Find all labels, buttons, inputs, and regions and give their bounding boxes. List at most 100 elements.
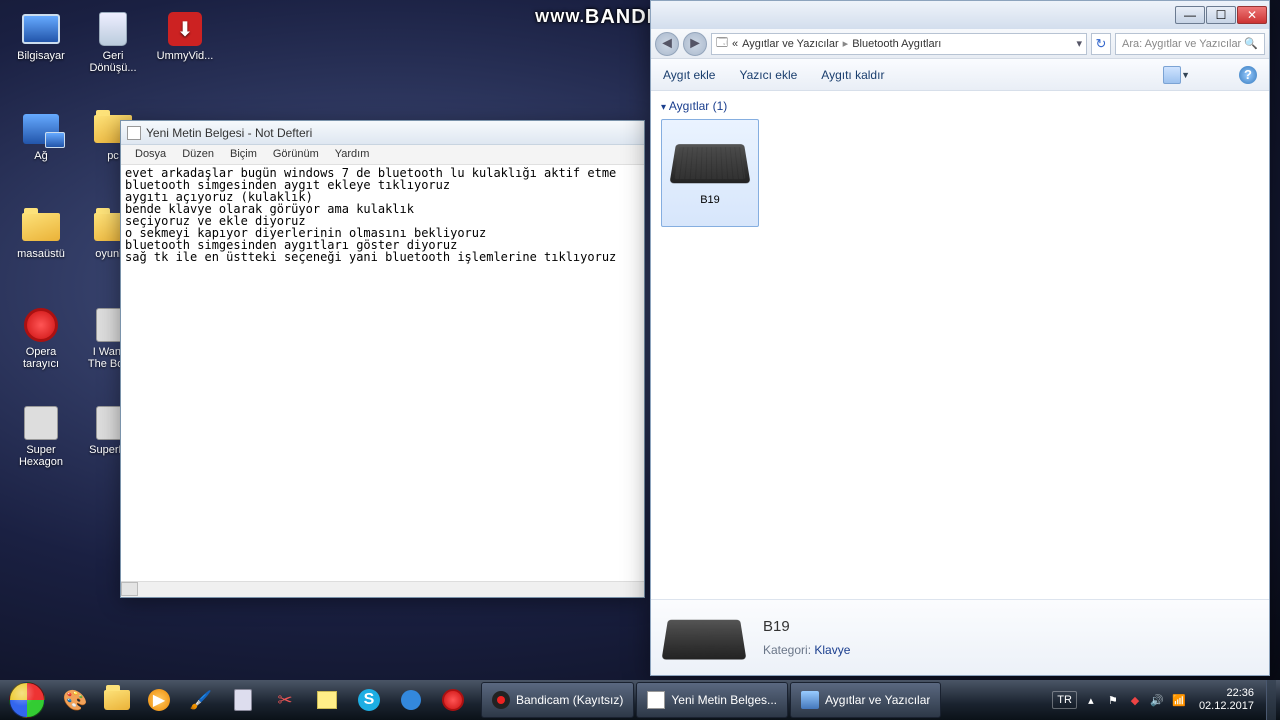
remove-device-button[interactable]: Aygıtı kaldır	[821, 68, 884, 82]
net-icon	[19, 110, 63, 148]
menu-item[interactable]: Yardım	[327, 145, 378, 164]
desktop-icon[interactable]: ⬇UmmyVid...	[154, 10, 216, 62]
game-icon	[19, 404, 63, 442]
notepad-textarea[interactable]: evet arkadaşlar bugün windows 7 de bluet…	[121, 165, 644, 581]
taskbar-app-explorer[interactable]: Aygıtlar ve Yazıcılar	[790, 682, 941, 718]
show-desktop-button[interactable]	[1266, 680, 1276, 720]
add-device-button[interactable]: Aygıt ekle	[663, 68, 715, 82]
explorer-navbar: ◄ ► 🗔 « Aygıtlar ve Yazıcılar ▸ Bluetoot…	[651, 29, 1269, 59]
pinned-app[interactable]: 🎨	[54, 682, 96, 718]
document-icon	[647, 691, 665, 709]
folder-icon	[19, 208, 63, 246]
explorer-toolbar: Aygıt ekle Yazıcı ekle Aygıtı kaldır ▼ ?	[651, 59, 1269, 91]
pinned-skype[interactable]: S	[348, 682, 390, 718]
note-icon	[317, 691, 337, 709]
desktop-icon[interactable]: masaüstü	[10, 208, 72, 260]
notepad-title: Yeni Metin Belgesi - Not Defteri	[146, 126, 312, 140]
scissors-icon: ✂	[277, 690, 292, 711]
desktop-icon[interactable]: Bilgisayar	[10, 10, 72, 62]
opera-icon	[442, 689, 464, 711]
clock[interactable]: 22:36 02.12.2017	[1193, 687, 1260, 713]
pinned-notes[interactable]	[306, 682, 348, 718]
desktop-icon[interactable]: Opera tarayıcı	[10, 306, 72, 370]
pinned-app2[interactable]	[390, 682, 432, 718]
refresh-button[interactable]: ↻	[1091, 33, 1111, 55]
flag-icon[interactable]: ⚑	[1105, 692, 1121, 708]
notepad-window[interactable]: Yeni Metin Belgesi - Not Defteri DosyaDü…	[120, 120, 645, 598]
breadcrumb-item[interactable]: Bluetooth Aygıtları	[852, 38, 941, 50]
pinned-media[interactable]: ▶	[138, 682, 180, 718]
devices-icon	[801, 691, 819, 709]
pinned-opera[interactable]	[432, 682, 474, 718]
menu-item[interactable]: Düzen	[174, 145, 222, 164]
notepad-titlebar[interactable]: Yeni Metin Belgesi - Not Defteri	[121, 121, 644, 145]
pinned-paint[interactable]: 🖌️	[180, 682, 222, 718]
desktop-icon[interactable]: Super Hexagon	[10, 404, 72, 468]
devices-group-header[interactable]: Aygıtlar (1)	[661, 99, 1259, 113]
network-icon[interactable]: 📶	[1171, 692, 1187, 708]
icon-label: Bilgisayar	[10, 50, 72, 62]
breadcrumb-item[interactable]: Aygıtlar ve Yazıcılar	[742, 38, 839, 50]
device-item[interactable]: B19	[661, 119, 759, 227]
explorer-window[interactable]: — ☐ ✕ ◄ ► 🗔 « Aygıtlar ve Yazıcılar ▸ Bl…	[650, 0, 1270, 676]
calculator-icon	[234, 689, 252, 711]
computer-icon	[19, 10, 63, 48]
details-pane: B19 Kategori: Klavye	[651, 599, 1269, 675]
taskbar-app-bandicam[interactable]: Bandicam (Kayıtsız)	[481, 682, 634, 718]
start-button[interactable]	[0, 680, 54, 720]
keyboard-icon	[662, 619, 747, 659]
opera-icon	[19, 306, 63, 344]
details-name: B19	[763, 618, 850, 635]
document-icon	[127, 126, 141, 140]
add-printer-button[interactable]: Yazıcı ekle	[739, 68, 797, 82]
taskbar: 🎨 ▶ 🖌️ ✂ S Bandicam (Kayıtsız) Yeni Meti…	[0, 680, 1280, 720]
record-icon	[492, 691, 510, 709]
icon-label: Geri Dönüşü...	[82, 50, 144, 74]
notepad-hscrollbar[interactable]	[121, 581, 644, 597]
menu-item[interactable]: Biçim	[222, 145, 265, 164]
folder-icon	[104, 690, 130, 710]
keyboard-icon	[670, 144, 751, 183]
skype-icon: S	[358, 689, 380, 711]
view-options-button[interactable]: ▼	[1163, 66, 1181, 84]
help-button[interactable]: ?	[1239, 66, 1257, 84]
desktop-icon[interactable]: Geri Dönüşü...	[82, 10, 144, 74]
icon-label: Opera tarayıcı	[10, 346, 72, 370]
back-button[interactable]: ◄	[655, 32, 679, 56]
menu-item[interactable]: Dosya	[127, 145, 174, 164]
pinned-calc[interactable]	[222, 682, 264, 718]
show-hidden-icon[interactable]: ▴	[1083, 692, 1099, 708]
menu-item[interactable]: Görünüm	[265, 145, 327, 164]
device-label: B19	[666, 194, 754, 206]
breadcrumb[interactable]: 🗔 « Aygıtlar ve Yazıcılar ▸ Bluetooth Ay…	[711, 33, 1087, 55]
language-indicator[interactable]: TR	[1052, 691, 1077, 709]
details-category-value: Klavye	[814, 643, 850, 657]
close-button[interactable]: ✕	[1237, 6, 1267, 24]
icon-label: Super Hexagon	[10, 444, 72, 468]
desktop-icon[interactable]: Ağ	[10, 110, 72, 162]
paint-icon: 🖌️	[190, 690, 212, 711]
pinned-snip[interactable]: ✂	[264, 682, 306, 718]
explorer-titlebar[interactable]: — ☐ ✕	[651, 1, 1269, 29]
play-icon: ▶	[148, 689, 170, 711]
palette-icon: 🎨	[63, 688, 88, 713]
forward-button[interactable]: ►	[683, 32, 707, 56]
pinned-explorer[interactable]	[96, 682, 138, 718]
maximize-button[interactable]: ☐	[1206, 6, 1236, 24]
bin-icon	[91, 10, 135, 48]
icon-label: Ağ	[10, 150, 72, 162]
folder-icon: 🗔	[716, 34, 728, 53]
search-icon: 🔍	[1244, 37, 1258, 50]
windows-orb-icon	[9, 682, 45, 718]
system-tray: TR ▴ ⚑ ◆ 🔊 📶 22:36 02.12.2017	[1048, 680, 1280, 720]
search-input[interactable]: Ara: Aygıtlar ve Yazıcılar 🔍	[1115, 33, 1265, 55]
volume-icon[interactable]: 🔊	[1149, 692, 1165, 708]
taskbar-app-notepad[interactable]: Yeni Metin Belges...	[636, 682, 788, 718]
app-red-icon: ⬇	[163, 10, 207, 48]
explorer-content[interactable]: Aygıtlar (1) B19	[651, 91, 1269, 599]
tray-icon[interactable]: ◆	[1127, 692, 1143, 708]
notepad-menubar: DosyaDüzenBiçimGörünümYardım	[121, 145, 644, 165]
minimize-button[interactable]: —	[1175, 6, 1205, 24]
app-icon	[401, 690, 421, 710]
icon-label: masaüstü	[10, 248, 72, 260]
